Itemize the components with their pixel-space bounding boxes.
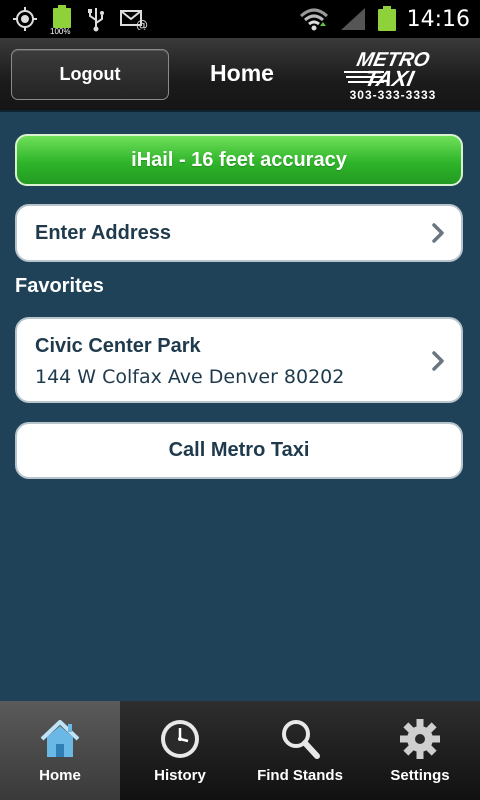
gps-icon xyxy=(13,7,37,31)
page-title: Home xyxy=(210,60,274,86)
bottom-tab-bar: Home History Find Stands Settings xyxy=(0,701,480,800)
favorites-heading: Favorites xyxy=(15,275,104,297)
battery-percent: 100% xyxy=(50,27,71,36)
home-icon xyxy=(40,720,80,757)
call-metro-taxi-button[interactable]: Call Metro Taxi xyxy=(15,422,463,479)
tab-settings-label: Settings xyxy=(390,767,450,784)
tab-settings[interactable]: Settings xyxy=(360,701,480,800)
tab-find-stands-label: Find Stands xyxy=(257,767,343,784)
wifi-icon xyxy=(299,8,328,31)
svg-text:@: @ xyxy=(136,18,148,30)
battery-icon xyxy=(377,6,396,31)
status-time: 14:16 xyxy=(406,6,470,32)
logo-phone-number: 303-333-3333 xyxy=(349,88,437,102)
header-bar: Logout Home METRO TAXI 303-333-3333 xyxy=(0,38,480,112)
tab-home-label: Home xyxy=(39,767,81,784)
favorite-item[interactable]: Civic Center Park 144 W Colfax Ave Denve… xyxy=(15,317,463,403)
signal-icon xyxy=(340,8,365,30)
usb-icon xyxy=(88,8,104,32)
clock-icon xyxy=(161,720,199,758)
favorite-name: Civic Center Park xyxy=(35,335,201,357)
tab-history-label: History xyxy=(154,767,206,784)
gear-icon xyxy=(400,719,440,759)
chevron-right-icon xyxy=(432,223,444,243)
tab-history[interactable]: History xyxy=(120,701,240,800)
email-icon: @ xyxy=(120,10,148,30)
tab-find-stands[interactable]: Find Stands xyxy=(240,701,360,800)
enter-address-button[interactable]: Enter Address xyxy=(15,204,463,262)
magnifier-icon xyxy=(282,720,320,759)
tab-home[interactable]: Home xyxy=(0,701,120,800)
call-label: Call Metro Taxi xyxy=(168,439,310,461)
ihail-button[interactable]: iHail - 16 feet accuracy xyxy=(15,134,463,186)
logout-button[interactable]: Logout xyxy=(11,49,169,100)
favorite-address: 144 W Colfax Ave Denver 80202 xyxy=(35,366,345,388)
enter-address-label: Enter Address xyxy=(35,222,171,244)
status-bar: 100% @ 14:16 xyxy=(0,0,480,38)
chevron-right-icon xyxy=(432,351,444,371)
battery-icon: 100% xyxy=(50,5,72,36)
